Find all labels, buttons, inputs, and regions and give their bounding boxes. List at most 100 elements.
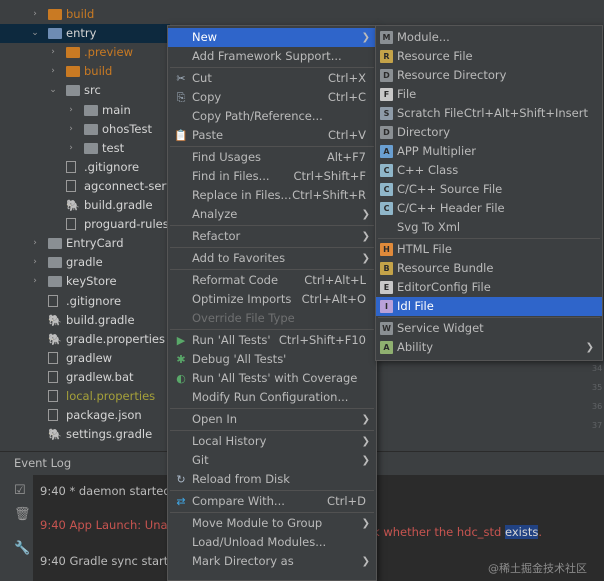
menu-item-new[interactable]: New ❯ bbox=[168, 28, 376, 47]
event-log-title[interactable]: Event Log bbox=[14, 456, 71, 470]
tree-row[interactable]: 🐘 build.gradle bbox=[0, 311, 170, 330]
menu-item-cut[interactable]: ✂ Cut Ctrl+X bbox=[168, 69, 376, 88]
tree-row[interactable]: proguard-rules.p bbox=[0, 215, 180, 234]
tree-row[interactable]: .gitignore bbox=[0, 292, 170, 311]
tree-row[interactable]: › .preview bbox=[0, 43, 170, 62]
menu-item-optimize-imports[interactable]: Optimize Imports Ctrl+Alt+O bbox=[168, 290, 376, 309]
chevron-right-icon[interactable]: › bbox=[30, 253, 40, 272]
menu-item-load-unload-modules[interactable]: Load/Unload Modules... bbox=[168, 533, 376, 552]
menu-item-add-to-favorites[interactable]: Add to Favorites ❯ bbox=[168, 249, 376, 268]
menu-item-compare-with[interactable]: ⇄ Compare With... Ctrl+D bbox=[168, 492, 376, 511]
tree-row-label: build bbox=[66, 7, 95, 21]
chevron-right-icon[interactable]: › bbox=[30, 234, 40, 253]
submenu-item-file[interactable]: F File bbox=[376, 85, 602, 104]
submenu-item-c-c-source-file[interactable]: C C/C++ Source File bbox=[376, 180, 602, 199]
tree-row[interactable]: agconnect-servi bbox=[0, 177, 176, 196]
menu-item-find-usages[interactable]: Find Usages Alt+F7 bbox=[168, 148, 376, 167]
chevron-down-icon[interactable]: ⌄ bbox=[48, 81, 58, 100]
submenu-item-label: HTML File bbox=[397, 242, 452, 256]
chevron-right-icon[interactable]: › bbox=[66, 101, 76, 120]
menu-item-run-all-tests[interactable]: ▶ Run 'All Tests' Ctrl+Shift+F10 bbox=[168, 331, 376, 350]
tree-row[interactable]: › main bbox=[0, 101, 170, 120]
submenu-item-c-c-header-file[interactable]: C C/C++ Header File bbox=[376, 199, 602, 218]
menu-item-refactor[interactable]: Refactor ❯ bbox=[168, 227, 376, 246]
file-icon bbox=[48, 390, 58, 402]
submenu-item-ability[interactable]: A Ability ❯ bbox=[376, 338, 602, 357]
chevron-right-icon[interactable]: › bbox=[48, 43, 58, 62]
tree-row[interactable]: 🐘 gradle.properties bbox=[0, 330, 170, 349]
tree-row[interactable]: › EntryCard bbox=[0, 234, 170, 253]
submenu-item-c-class[interactable]: C C++ Class bbox=[376, 161, 602, 180]
menu-item-reload-from-disk[interactable]: ↻ Reload from Disk bbox=[168, 470, 376, 489]
submenu-item-label: C++ Class bbox=[397, 163, 459, 177]
tree-row-label: local.properties bbox=[66, 389, 156, 403]
submenu-item-idl-file[interactable]: I Idl File bbox=[376, 297, 602, 316]
chevron-right-icon[interactable]: › bbox=[30, 272, 40, 291]
tree-row[interactable]: › build bbox=[0, 5, 170, 24]
submenu-item-module[interactable]: M Module... bbox=[376, 28, 602, 47]
menu-item-modify-run-configuration[interactable]: Modify Run Configuration... bbox=[168, 388, 376, 407]
menu-item-open-in[interactable]: Open In ❯ bbox=[168, 410, 376, 429]
trash-icon[interactable]: 🗑 bbox=[14, 507, 31, 522]
file-icon bbox=[66, 179, 76, 192]
checkmark-icon[interactable]: ☑ bbox=[14, 483, 26, 498]
chevron-right-icon[interactable]: › bbox=[30, 5, 40, 24]
menu-item-shortcut: Ctrl+Shift+R bbox=[292, 188, 366, 202]
tree-row[interactable]: ⌄ src bbox=[0, 81, 170, 100]
menu-item-add-framework-support[interactable]: Add Framework Support... bbox=[168, 47, 376, 66]
submenu-item-scratch-file[interactable]: S Scratch File Ctrl+Alt+Shift+Insert bbox=[376, 104, 602, 123]
tree-row[interactable]: gradlew bbox=[0, 349, 170, 368]
tree-row[interactable]: › ohosTest bbox=[0, 120, 170, 139]
menu-item-override-file-type[interactable]: Override File Type bbox=[168, 309, 376, 328]
submenu-item-service-widget[interactable]: W Service Widget bbox=[376, 319, 602, 338]
menu-item-find-in-files[interactable]: Find in Files... Ctrl+Shift+F bbox=[168, 167, 376, 186]
tree-row[interactable]: .gitignore bbox=[0, 158, 170, 177]
submenu-item-directory[interactable]: D Directory bbox=[376, 123, 602, 142]
tree-row-label: gradle.properties bbox=[66, 331, 165, 346]
menu-item-reformat-code[interactable]: Reformat Code Ctrl+Alt+L bbox=[168, 271, 376, 290]
menu-item-copy-path-reference[interactable]: Copy Path/Reference... bbox=[168, 107, 376, 126]
menu-item-icon: ◐ bbox=[176, 372, 186, 385]
menu-separator bbox=[170, 512, 374, 513]
submenu-item-resource-file[interactable]: R Resource File bbox=[376, 47, 602, 66]
submenu-item-resource-bundle[interactable]: B Resource Bundle bbox=[376, 259, 602, 278]
menu-item-git[interactable]: Git ❯ bbox=[168, 451, 376, 470]
submenu-item-svg-to-xml[interactable]: Svg To Xml bbox=[376, 218, 602, 237]
tree-row[interactable]: local.properties bbox=[0, 387, 170, 406]
menu-item-debug-all-tests[interactable]: ✱ Debug 'All Tests' bbox=[168, 350, 376, 369]
tree-row[interactable]: package.json bbox=[0, 406, 170, 425]
menu-item-label: Modify Run Configuration... bbox=[192, 390, 349, 404]
tree-row[interactable]: › test bbox=[0, 139, 170, 158]
tree-row[interactable]: 🐘 settings.gradle bbox=[0, 425, 170, 444]
tree-row[interactable]: ⌄ entry bbox=[0, 24, 170, 44]
chevron-right-icon[interactable]: › bbox=[66, 120, 76, 139]
gradle-icon: 🐘 bbox=[66, 199, 80, 212]
chevron-down-icon[interactable]: ⌄ bbox=[30, 24, 40, 43]
submenu-item-icon: C bbox=[380, 164, 393, 177]
tree-row-label: gradlew bbox=[66, 350, 113, 365]
menu-item-mark-directory-as[interactable]: Mark Directory as ❯ bbox=[168, 552, 376, 571]
menu-item-paste[interactable]: 📋 Paste Ctrl+V bbox=[168, 126, 376, 145]
menu-item-analyze[interactable]: Analyze ❯ bbox=[168, 205, 376, 224]
tree-row[interactable]: 🐘 build.gradle bbox=[0, 196, 170, 215]
menu-item-label: Cut bbox=[192, 71, 212, 85]
submenu-item-label: EditorConfig File bbox=[397, 280, 491, 294]
menu-item-move-module-to-group[interactable]: Move Module to Group ❯ bbox=[168, 514, 376, 533]
submenu-item-editorconfig-file[interactable]: E EditorConfig File bbox=[376, 278, 602, 297]
menu-item-copy[interactable]: ⎘ Copy Ctrl+C bbox=[168, 88, 376, 107]
menu-item-local-history[interactable]: Local History ❯ bbox=[168, 432, 376, 451]
menu-item-replace-in-files[interactable]: Replace in Files... Ctrl+Shift+R bbox=[168, 186, 376, 205]
submenu-item-resource-directory[interactable]: D Resource Directory bbox=[376, 66, 602, 85]
tree-row[interactable]: › gradle bbox=[0, 253, 170, 272]
chevron-right-icon[interactable]: › bbox=[66, 139, 76, 158]
wrench-icon[interactable]: 🔧 bbox=[14, 541, 30, 556]
tree-row[interactable]: gradlew.bat bbox=[0, 368, 170, 387]
menu-item-run-all-tests-with-coverage[interactable]: ◐ Run 'All Tests' with Coverage bbox=[168, 369, 376, 388]
tree-row[interactable]: › build bbox=[0, 62, 170, 81]
chevron-right-icon: ❯ bbox=[361, 209, 370, 220]
submenu-item-html-file[interactable]: H HTML File bbox=[376, 240, 602, 259]
submenu-item-app-multiplier[interactable]: A APP Multiplier bbox=[376, 142, 602, 161]
chevron-right-icon[interactable]: › bbox=[48, 62, 58, 81]
tree-row[interactable]: › keyStore bbox=[0, 272, 170, 291]
context-menu: New ❯ Add Framework Support... ✂ Cut Ctrl+X ⎘ C… bbox=[167, 25, 377, 581]
